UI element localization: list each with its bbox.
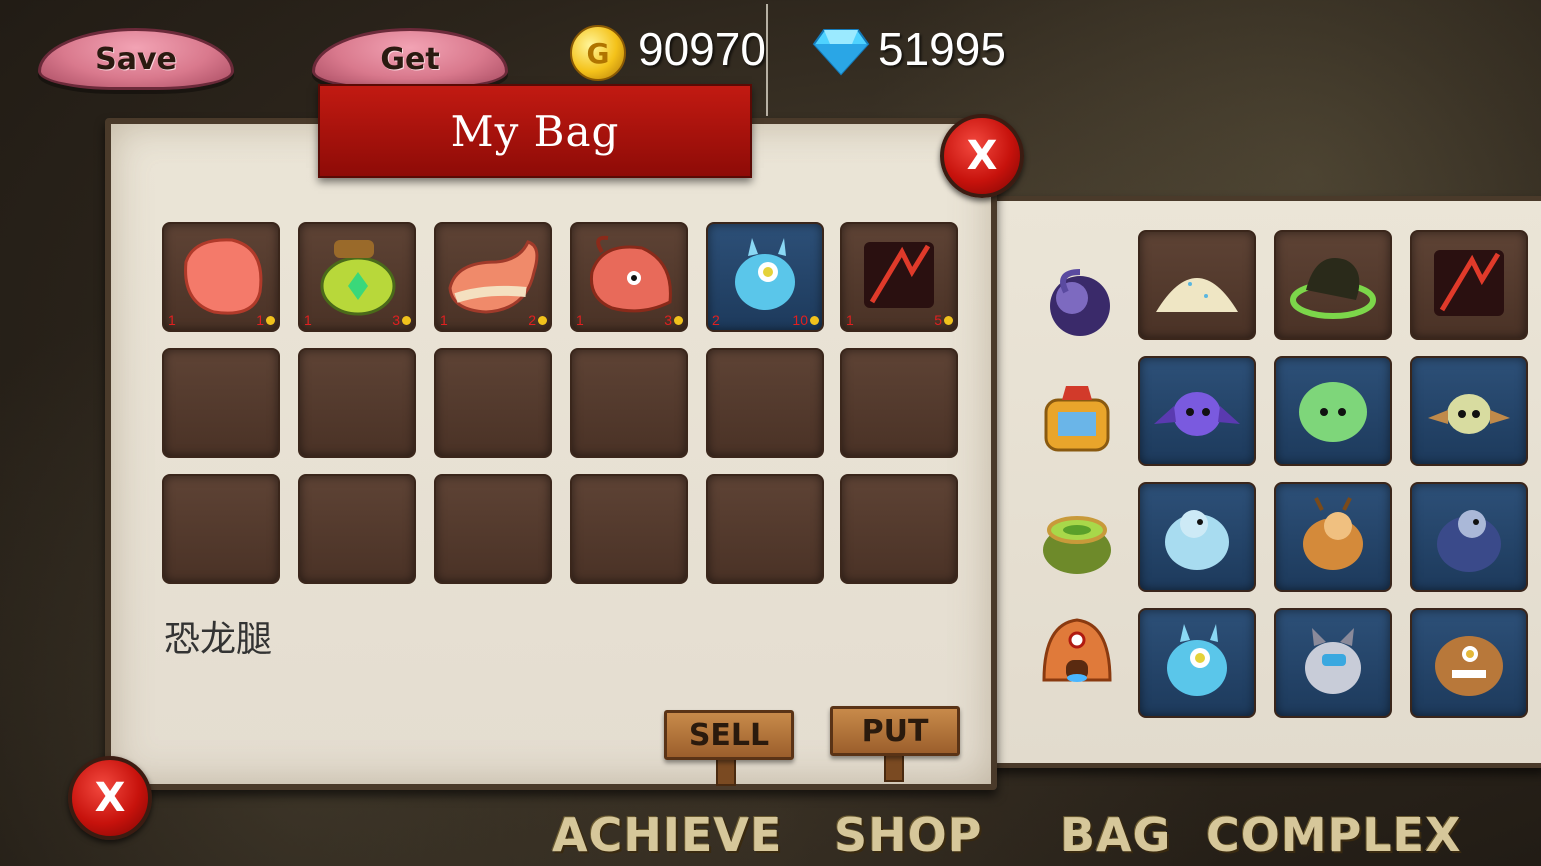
bag-slot-empty[interactable] <box>162 474 280 584</box>
potion-jar-icon <box>320 240 396 316</box>
yeti-icon <box>1165 510 1229 570</box>
item-qty: 1 <box>846 312 854 328</box>
coin-small-icon <box>266 316 275 325</box>
item-price: 2 <box>528 312 536 328</box>
bag-slot-empty[interactable] <box>162 348 280 458</box>
side-slot[interactable] <box>1410 608 1528 718</box>
bag-slot[interactable]: 1 5 <box>840 222 958 332</box>
meat-icon <box>184 238 263 315</box>
nav-achieve[interactable]: ACHIEVE <box>552 808 782 862</box>
bag-slot-empty[interactable] <box>434 474 552 584</box>
side-slot[interactable] <box>1138 608 1256 718</box>
coin-count: 90970 <box>638 23 766 75</box>
side-slot[interactable] <box>1274 608 1392 718</box>
bag-title-banner: My Bag <box>318 84 752 178</box>
selected-item-name: 恐龙腿 <box>164 619 273 660</box>
purple-bat-icon <box>1154 392 1240 436</box>
bag-slot[interactable]: 1 3 <box>570 222 688 332</box>
close-icon: X <box>966 133 998 179</box>
powder-pile-icon <box>1156 278 1238 312</box>
bag-slot-empty[interactable] <box>298 348 416 458</box>
bag-slot-empty[interactable] <box>706 348 824 458</box>
side-slot[interactable] <box>1138 482 1256 592</box>
bag-slot-empty[interactable] <box>840 348 958 458</box>
bag-slot[interactable]: 1 1 <box>162 222 280 332</box>
get-button[interactable]: Get <box>312 28 508 90</box>
dragon-head-icon <box>589 235 672 313</box>
side-slot[interactable] <box>1138 230 1256 340</box>
item-qty: 1 <box>440 312 448 328</box>
coin-small-icon <box>674 316 683 325</box>
item-price: 10 <box>792 312 808 328</box>
rock-golem-icon <box>1435 636 1503 696</box>
coin-icon: G <box>570 25 626 81</box>
green-slime-icon <box>1299 382 1367 442</box>
bag-slot[interactable]: 1 2 <box>434 222 552 332</box>
save-button[interactable]: Save <box>38 28 234 90</box>
brown-beast-icon <box>1303 497 1363 570</box>
side-slot[interactable] <box>1274 482 1392 592</box>
coin-small-icon <box>538 316 547 325</box>
sell-button[interactable]: SELL <box>664 710 794 760</box>
item-qty: 1 <box>304 312 312 328</box>
blue-monster-icon <box>735 238 795 310</box>
item-price: 3 <box>664 312 672 328</box>
bag-slot-empty[interactable] <box>570 474 688 584</box>
bag-slot-empty[interactable] <box>570 348 688 458</box>
dark-claw-icon <box>1434 250 1504 316</box>
coin-small-icon <box>402 316 411 325</box>
nav-shop[interactable]: SHOP <box>834 808 982 862</box>
bag-title: My Bag <box>450 106 620 156</box>
dark-yeti-icon <box>1437 510 1501 572</box>
dark-claw-icon <box>864 242 934 308</box>
side-slot[interactable] <box>1410 482 1528 592</box>
put-label: PUT <box>861 713 929 749</box>
sell-label: SELL <box>688 717 770 753</box>
green-nest-icon[interactable] <box>1036 500 1118 582</box>
coin-small-icon <box>944 316 953 325</box>
item-qty: 2 <box>712 312 720 328</box>
nav-complex[interactable]: COMPLEX <box>1206 808 1462 862</box>
side-slot[interactable] <box>1410 230 1528 340</box>
item-price: 5 <box>934 312 942 328</box>
grey-golem-icon <box>1305 628 1361 694</box>
drumstick-icon <box>448 240 539 314</box>
bag-slot-empty[interactable] <box>298 474 416 584</box>
side-slot[interactable] <box>1274 230 1392 340</box>
coin-small-icon <box>810 316 819 325</box>
close-main-button[interactable]: X <box>68 756 152 840</box>
item-price: 3 <box>392 312 400 328</box>
side-slot[interactable] <box>1138 356 1256 466</box>
blue-monster-icon <box>1167 624 1227 696</box>
green-beast-icon <box>1290 258 1376 319</box>
close-icon: X <box>94 775 126 821</box>
item-qty: 1 <box>576 312 584 328</box>
dark-egg-icon[interactable] <box>1036 262 1118 344</box>
bag-slot-empty[interactable] <box>434 348 552 458</box>
bag-slot[interactable]: 2 10 <box>706 222 824 332</box>
close-bag-button[interactable]: X <box>940 114 1024 198</box>
fire-hut-icon[interactable] <box>1036 610 1118 692</box>
top-bar: Save Get G 90970 51995 <box>0 0 1541 116</box>
gem-count: 51995 <box>878 23 1006 75</box>
item-qty: 1 <box>168 312 176 328</box>
bag-slot[interactable]: 1 3 <box>298 222 416 332</box>
golden-temple-icon[interactable] <box>1036 380 1118 462</box>
bag-slot-empty[interactable] <box>706 474 824 584</box>
get-label: Get <box>380 41 440 77</box>
diamond-icon <box>812 29 870 76</box>
side-slot[interactable] <box>1274 356 1392 466</box>
bag-slot-empty[interactable] <box>840 474 958 584</box>
put-button[interactable]: PUT <box>830 706 960 756</box>
side-slot[interactable] <box>1410 356 1528 466</box>
divider <box>766 4 768 116</box>
nav-bag[interactable]: BAG <box>1060 808 1171 862</box>
save-label: Save <box>95 41 177 77</box>
item-price: 1 <box>256 312 264 328</box>
yellow-bat-icon <box>1428 394 1510 434</box>
